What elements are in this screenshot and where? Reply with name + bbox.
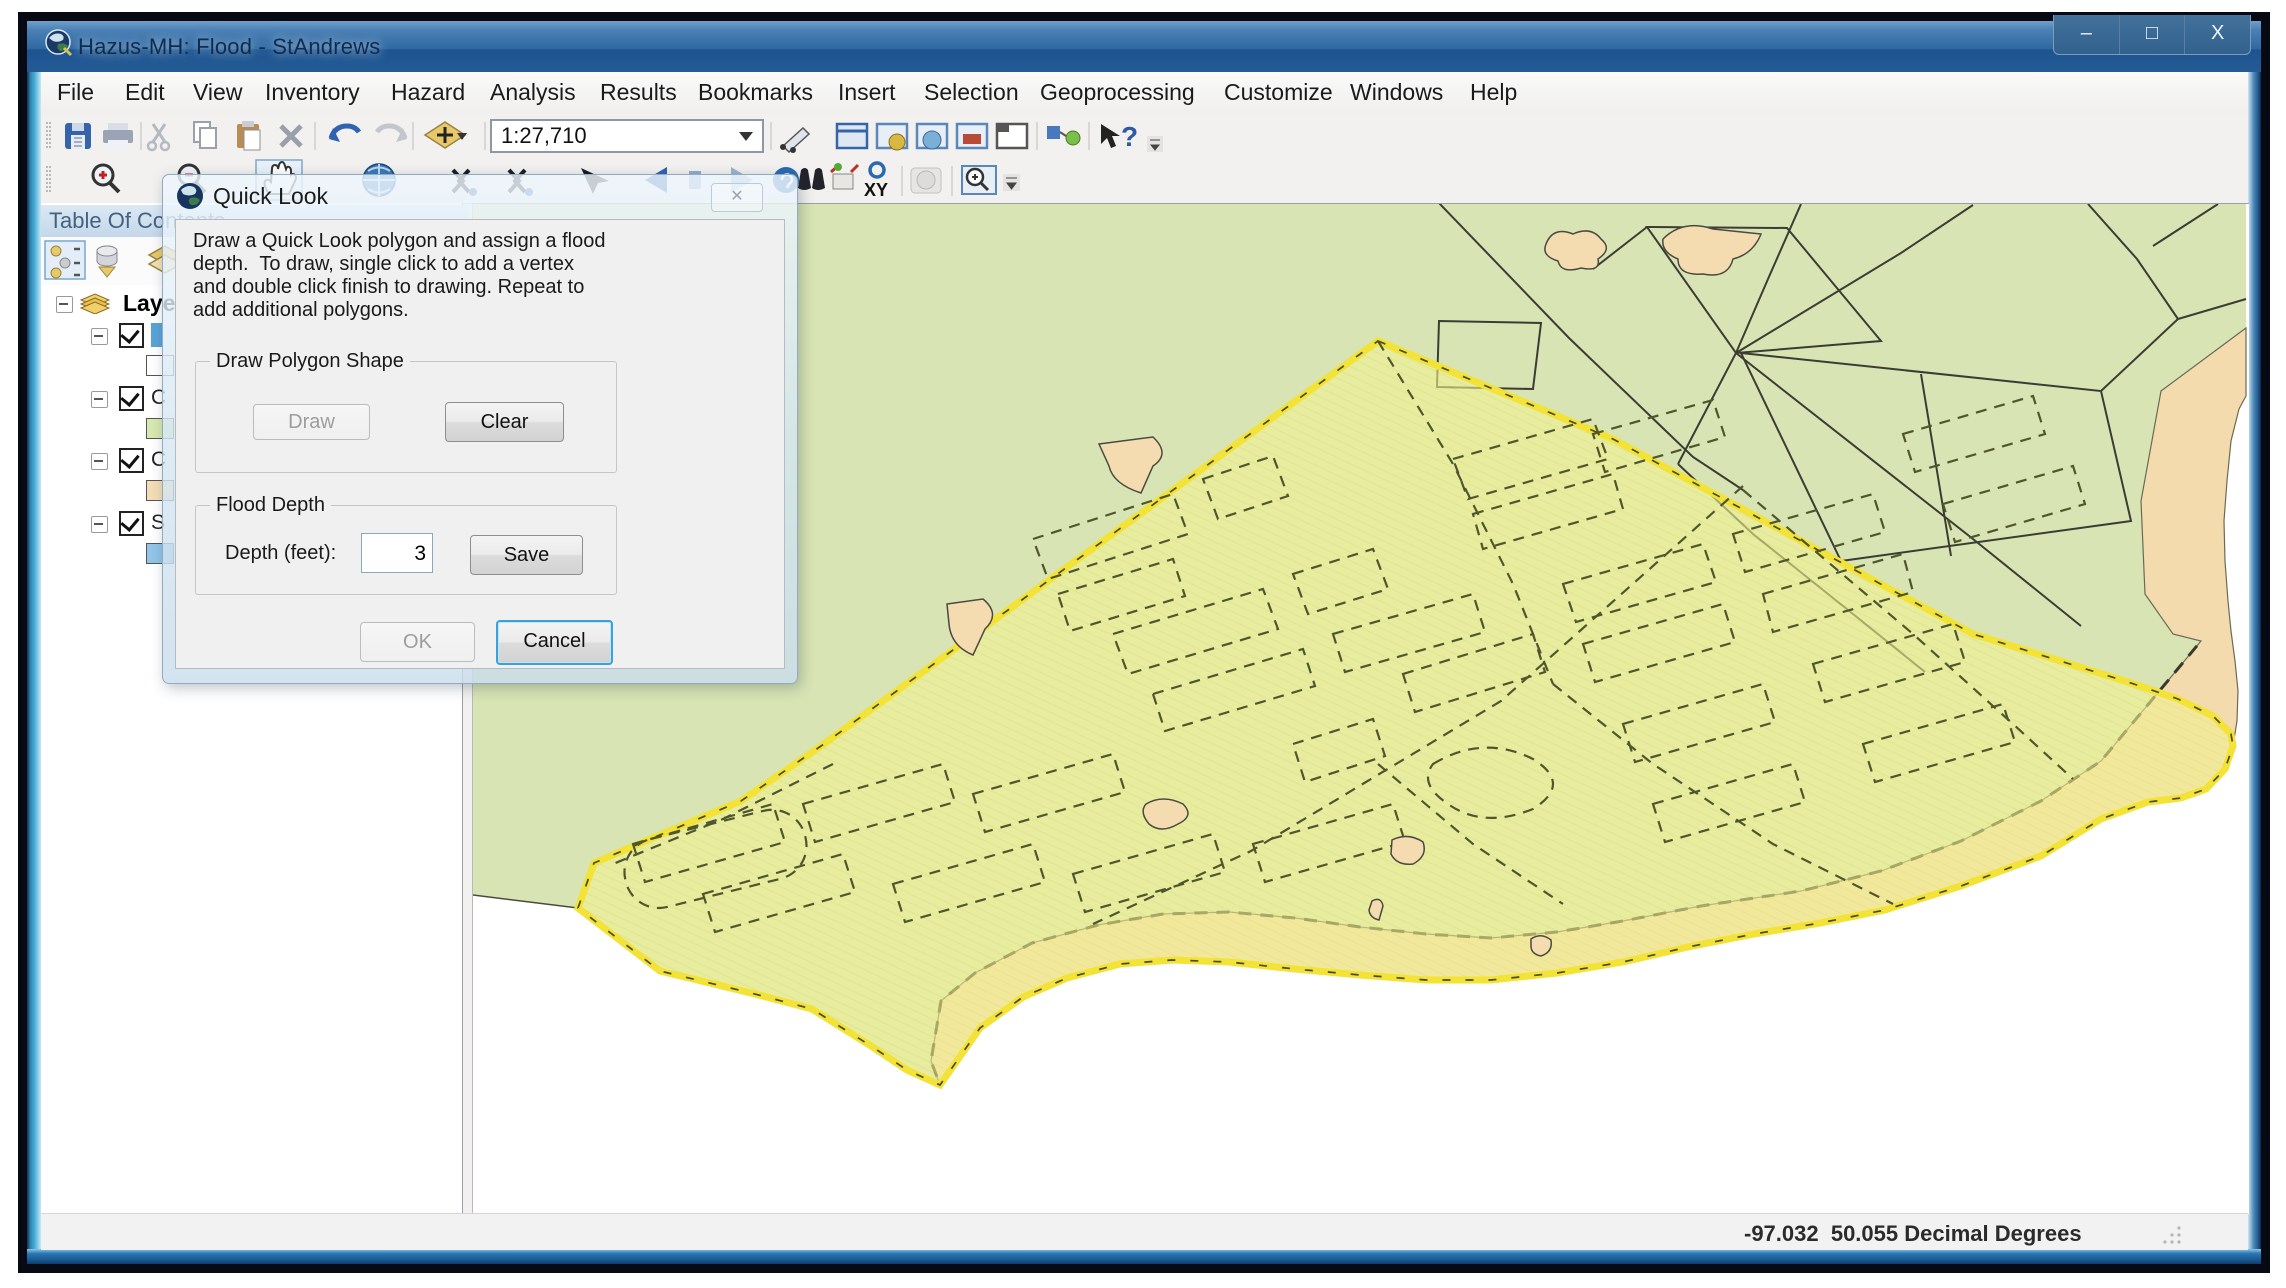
svg-text:1:27,710: 1:27,710 <box>501 123 587 148</box>
svg-text:?: ? <box>1121 121 1138 152</box>
svg-text:XY: XY <box>864 180 888 200</box>
